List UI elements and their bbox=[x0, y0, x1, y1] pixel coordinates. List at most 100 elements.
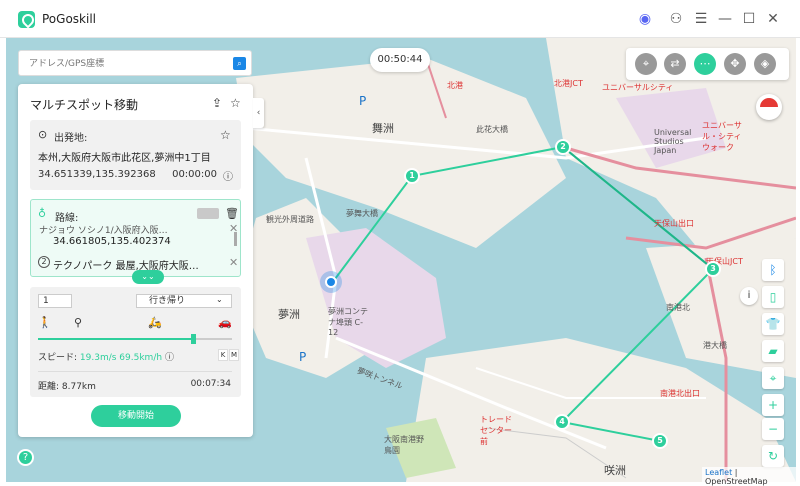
label-sakishima: 咲洲 bbox=[604, 464, 626, 477]
favorite-icon[interactable]: ☆ bbox=[230, 96, 241, 110]
speed-slider[interactable] bbox=[38, 334, 232, 344]
route-panel: マルチスポット移動 ⇪ ☆ ⊙ 出発地: ☆ 本州,大阪府大阪市此花区,夢洲中1… bbox=[18, 84, 253, 437]
bluetooth-icon[interactable]: ᛒ bbox=[762, 259, 784, 281]
speed-label: スピード: bbox=[38, 353, 78, 363]
route-label: 路線: bbox=[55, 213, 79, 224]
remove-entry-icon[interactable]: ✕ bbox=[229, 256, 238, 269]
start-favorite-icon[interactable]: ☆ bbox=[220, 128, 231, 142]
speed-slider-fill bbox=[38, 338, 194, 340]
menu-icon[interactable]: ☰ bbox=[692, 10, 710, 28]
route-partial-entry: ナジョウ ソシノ1/入阪府入阪… bbox=[39, 226, 168, 234]
kmh-unit-button[interactable]: K bbox=[218, 349, 228, 361]
close-icon[interactable]: ✕ bbox=[764, 10, 782, 28]
route-number: 2 bbox=[38, 256, 50, 268]
label-maishima: 舞洲 bbox=[372, 122, 394, 135]
maximize-icon[interactable]: ☐ bbox=[740, 10, 758, 28]
leaflet-link[interactable]: Leaflet bbox=[705, 468, 732, 477]
scooter-icon[interactable]: 🛵 bbox=[148, 316, 162, 329]
label-north-port: 北港 bbox=[447, 81, 463, 90]
start-time: 00:00:00 bbox=[172, 169, 217, 180]
speed-help-icon[interactable]: ⓘ bbox=[165, 353, 174, 363]
route-box: ♁ 路線: 🗑 ナジョウ ソシノ1/入阪府入阪… 34.661805,135.4… bbox=[30, 199, 241, 284]
speed-settings: 1 行き帰り ⌄ 🚶 ⚲ 🛵 🚗 スピード: 19.3m/s 69.5km/h … bbox=[30, 287, 241, 397]
start-label: 出発地: bbox=[54, 133, 88, 144]
pokeball-icon[interactable] bbox=[756, 94, 782, 120]
duration-text: 00:07:34 bbox=[190, 379, 231, 389]
walk-icon[interactable]: 🚶 bbox=[38, 316, 52, 329]
speed-value: 19.3m/s 69.5km/h bbox=[79, 353, 163, 363]
app-logo-icon bbox=[18, 11, 35, 28]
start-coords: 34.651339,135.392368 bbox=[38, 169, 156, 180]
parking-icon-2: P bbox=[299, 350, 307, 364]
mode-toolbar: ⌖ ⇄ ⋯ ✥ ◈ bbox=[626, 48, 789, 80]
label-park: 大阪南港野鳥園 bbox=[384, 435, 424, 455]
map-attribution: Leaflet | OpenStreetMap bbox=[702, 467, 800, 486]
repeat-count-input[interactable]: 1 bbox=[38, 294, 72, 308]
label-nanko: 南港北 bbox=[666, 303, 690, 312]
help-circle-icon[interactable]: ? bbox=[17, 449, 34, 466]
label-hokko-bridge: 此花大橋 bbox=[476, 125, 508, 134]
route-scrollbar[interactable] bbox=[234, 232, 237, 246]
search-icon[interactable]: ⌕ bbox=[233, 57, 246, 70]
chevron-down-icon: ⌄ bbox=[216, 295, 223, 304]
two-spot-mode-icon[interactable]: ⇄ bbox=[664, 53, 686, 75]
help-icon[interactable]: ⓘ bbox=[223, 168, 233, 183]
label-usj-station: ユニバーサルシティ bbox=[602, 83, 674, 92]
label-yume-bridge: 夢舞大橋 bbox=[346, 209, 378, 218]
divider bbox=[38, 371, 232, 372]
waypoint-marker[interactable]: 4 bbox=[554, 414, 570, 430]
device-icon[interactable]: ▯ bbox=[762, 286, 784, 308]
user-icon[interactable]: ⚇ bbox=[667, 10, 685, 28]
label-container: 夢洲コンテナ埠頭 C-12 bbox=[328, 307, 368, 337]
info-icon[interactable]: i bbox=[740, 287, 758, 305]
bike-icon[interactable]: ⚲ bbox=[74, 316, 82, 329]
current-location-marker bbox=[320, 271, 342, 293]
cooldown-timer: 00:50:44 bbox=[370, 48, 430, 72]
collapse-panel-button[interactable]: ‹ bbox=[253, 98, 264, 128]
car-icon[interactable]: 🚗 bbox=[218, 316, 232, 329]
delete-icon[interactable]: 🗑 bbox=[225, 207, 239, 220]
start-address: 本州,大阪府大阪市此花区,夢洲中1丁目 bbox=[38, 153, 211, 164]
label-usj-walk: ユニバーサル・シティウォーク bbox=[702, 121, 742, 152]
label-usj-jct: 北港JCT bbox=[554, 79, 583, 88]
clothing-icon[interactable]: 👕 bbox=[762, 313, 784, 335]
reset-icon[interactable]: ↻ bbox=[762, 445, 784, 467]
jump-mode-icon[interactable]: ◈ bbox=[754, 53, 776, 75]
start-point-box: ⊙ 出発地: ☆ 本州,大阪府大阪市此花区,夢洲中1丁目 34.651339,1… bbox=[30, 120, 241, 190]
zoom-in-icon[interactable]: + bbox=[762, 394, 784, 416]
waypoint-marker[interactable]: 2 bbox=[555, 139, 571, 155]
share-icon[interactable]: ⇪ bbox=[212, 96, 222, 110]
speed-slider-thumb[interactable] bbox=[191, 334, 197, 344]
label-nankoguchi: 南港北出口 bbox=[660, 389, 700, 398]
teleport-mode-icon[interactable]: ⌖ bbox=[635, 53, 657, 75]
label-kanki: 観光外周道路 bbox=[266, 215, 314, 224]
waypoint-marker[interactable]: 1 bbox=[404, 168, 420, 184]
parking-icon: P bbox=[359, 94, 367, 108]
multi-spot-mode-icon[interactable]: ⋯ bbox=[694, 53, 716, 75]
route-coords: 34.661805,135.402374 bbox=[53, 236, 171, 247]
waypoint-marker[interactable]: 3 bbox=[705, 261, 721, 277]
label-tempozan: 天保山出口 bbox=[654, 219, 694, 228]
panel-title: マルチスポット移動 bbox=[30, 98, 139, 112]
label-yumeshima: 夢洲 bbox=[278, 308, 300, 321]
route-icon: ♁ bbox=[38, 207, 47, 220]
expand-route-button[interactable]: ⌄⌄ bbox=[132, 270, 164, 284]
joystick-mode-icon[interactable]: ✥ bbox=[724, 53, 746, 75]
edit-route-icon[interactable] bbox=[197, 208, 219, 219]
location-pin-icon: ⊙ bbox=[38, 128, 48, 141]
label-harbor: 港大橋 bbox=[703, 341, 727, 350]
locate-icon[interactable]: ⌖ bbox=[762, 367, 784, 389]
minimize-icon[interactable]: — bbox=[716, 10, 734, 28]
title-bar: PoGoskill ◉ ⚇ ☰ — ☐ ✕ bbox=[0, 0, 800, 38]
route-destination: テクノパーク 最屋,大阪府大阪… bbox=[53, 261, 199, 272]
start-move-button[interactable]: 移動開始 bbox=[91, 405, 181, 427]
discord-icon[interactable]: ◉ bbox=[636, 10, 654, 28]
label-trade-center: トレードセンター前 bbox=[480, 415, 512, 446]
zoom-out-icon[interactable]: − bbox=[762, 418, 784, 440]
search-input[interactable] bbox=[19, 52, 219, 76]
waypoint-marker[interactable]: 5 bbox=[652, 433, 668, 449]
saved-folder-icon[interactable]: ▰ bbox=[762, 340, 784, 362]
label-usj: Universal Studios Japan bbox=[654, 128, 692, 155]
search-bar: ⌕ bbox=[18, 50, 252, 76]
mph-unit-button[interactable]: M bbox=[229, 349, 239, 361]
